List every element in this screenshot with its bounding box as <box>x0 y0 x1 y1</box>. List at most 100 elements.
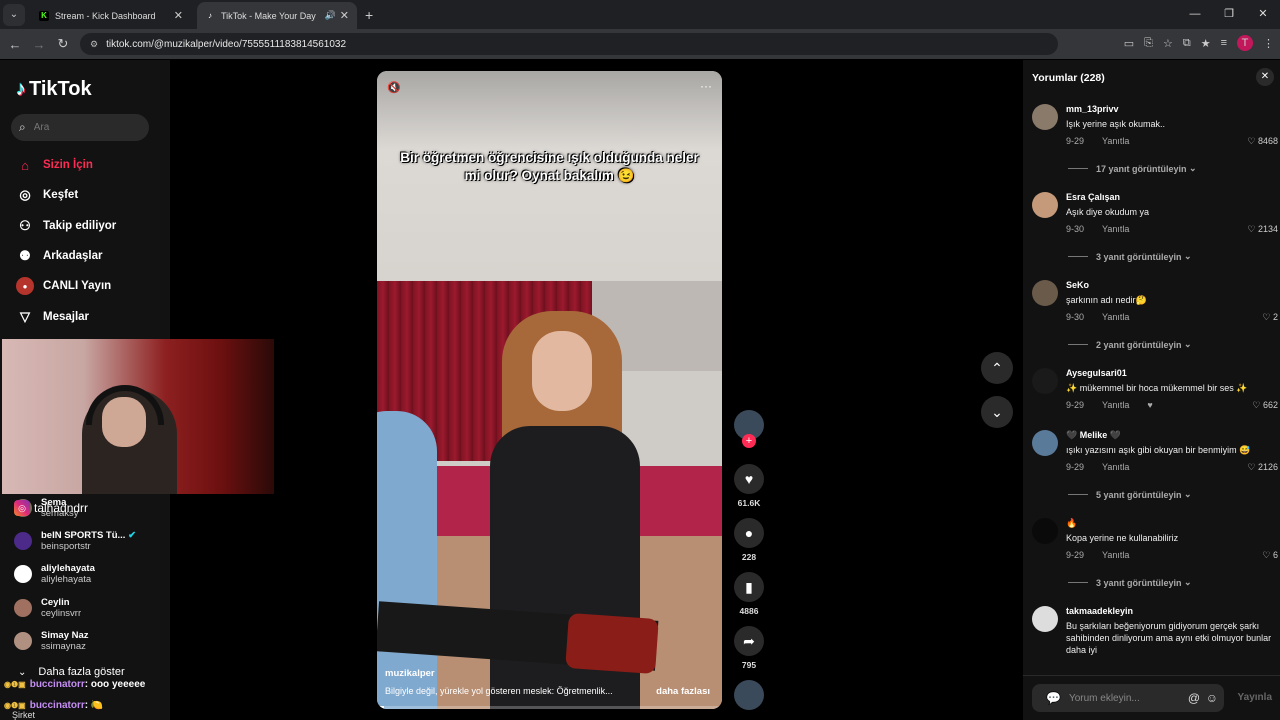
following-item[interactable]: Ceylin ceylinsvrr <box>14 597 81 619</box>
nav-messages[interactable]: ▽ Mesajlar <box>16 308 89 326</box>
comment-like[interactable]: ♡ 6 <box>1262 550 1278 561</box>
video-scene-guitar-head <box>565 612 659 675</box>
comment-author[interactable]: 🖤 Melike 🖤 <box>1066 430 1121 441</box>
avatar[interactable] <box>1032 518 1058 544</box>
menu-dots-icon[interactable]: ⋮ <box>1263 37 1274 50</box>
avatar[interactable] <box>1032 104 1058 130</box>
mention-icon[interactable]: @ <box>1188 691 1200 705</box>
reply-button[interactable]: Yanıtla <box>1102 136 1129 146</box>
comment-author[interactable]: Aysegulsari01 <box>1066 368 1127 378</box>
new-tab-button[interactable]: + <box>365 7 373 23</box>
like-button[interactable]: ♥ <box>734 464 764 494</box>
tab-tiktok[interactable]: ♪ TikTok - Make Your Day 🔊 ✕ <box>197 2 357 29</box>
comment-author[interactable]: 🔥 <box>1066 518 1077 529</box>
creator-avatar[interactable]: + <box>734 410 764 448</box>
bookmark-star-icon[interactable]: ☆ <box>1163 37 1173 50</box>
comment-author[interactable]: SeKo <box>1066 280 1089 290</box>
close-icon: ✕ <box>1260 71 1270 82</box>
instagram-handle-overlay: ◎ talhadndrr <box>14 500 88 516</box>
close-window-button[interactable]: ✕ <box>1246 0 1280 29</box>
view-replies-button[interactable]: 5 yanıt görüntüleyin ⌄ <box>1068 489 1192 500</box>
comment-like[interactable]: ♡ 8468 <box>1247 136 1278 147</box>
back-button[interactable]: ← <box>3 37 27 52</box>
nav-for-you[interactable]: ⌂ Sizin İçin <box>16 156 93 174</box>
reply-button[interactable]: Yanıtla <box>1102 400 1129 410</box>
next-video-button[interactable]: ⌄ <box>981 396 1013 428</box>
avatar[interactable] <box>1032 368 1058 394</box>
forward-button[interactable]: → <box>27 37 51 52</box>
chat-username: buccinatorr <box>29 700 85 711</box>
reply-button[interactable]: Yanıtla <box>1102 312 1129 322</box>
close-tab-icon[interactable]: ✕ <box>340 9 349 22</box>
translate-icon[interactable]: ⎘ <box>1144 37 1153 50</box>
cast-icon[interactable]: ▭ <box>1124 37 1134 50</box>
footer-company-link[interactable]: Şirket <box>12 710 35 720</box>
tiktok-logo[interactable]: ♪ TikTok <box>16 78 92 101</box>
speaker-icon[interactable]: 🔊 <box>325 10 336 21</box>
comment-like[interactable]: ♡ 2134 <box>1247 224 1278 235</box>
chat-text: : ooo yeeeee <box>84 679 146 690</box>
nav-live[interactable]: ● CANLI Yayın <box>16 277 111 295</box>
follow-plus-icon[interactable]: + <box>742 434 756 448</box>
following-name: Ceylin <box>41 597 70 608</box>
comment-like[interactable]: ♡ 662 <box>1252 400 1278 411</box>
search-box[interactable]: ⌕ <box>11 114 149 141</box>
nav-explore[interactable]: ◎ Keşfet <box>16 186 78 204</box>
save-button[interactable]: ▮ <box>734 572 764 602</box>
tab-kick-dashboard[interactable]: K Stream - Kick Dashboard ✕ <box>31 2 191 29</box>
more-options-icon[interactable]: ··· <box>700 79 712 93</box>
post-comment-button[interactable]: Yayınla <box>1238 692 1272 703</box>
restore-button[interactable]: ❐ <box>1212 0 1246 29</box>
comment-input[interactable]: 💬 Yorum ekleyin... @ ☺ <box>1032 684 1224 712</box>
comment-input-bar: 💬 Yorum ekleyin... @ ☺ Yayınla <box>1023 675 1280 720</box>
nav-friends[interactable]: ⚉ Arkadaşlar <box>16 247 102 265</box>
nav-following[interactable]: ⚇ Takip ediliyor <box>16 217 116 235</box>
comment-author[interactable]: mm_13privv <box>1066 104 1119 114</box>
reply-button[interactable]: Yanıtla <box>1102 224 1129 234</box>
chevron-down-icon: ⌄ <box>18 666 27 678</box>
view-replies-button[interactable]: 2 yanıt görüntüleyin ⌄ <box>1068 339 1192 350</box>
extensions-icon[interactable]: ⧉ <box>1183 37 1191 50</box>
mute-icon[interactable]: 🔇 <box>387 81 401 94</box>
profile-avatar[interactable]: T <box>1237 35 1253 51</box>
following-item[interactable]: Simay Naz ssimaynaz <box>14 630 89 652</box>
comment-button[interactable]: ● <box>734 518 764 548</box>
address-bar[interactable]: ⚙ tiktok.com/@muzikalper/video/755551118… <box>80 33 1058 55</box>
site-info-icon[interactable]: ⚙ <box>90 39 98 50</box>
tab-search-button[interactable]: ⌄ <box>3 3 25 26</box>
reload-button[interactable]: ↻ <box>51 36 75 52</box>
comment-like[interactable]: ♡ 2126 <box>1247 462 1278 473</box>
more-text-button[interactable]: daha fazlası <box>656 686 710 697</box>
following-item[interactable]: beIN SPORTS Tü... ✔ beinsportstr <box>14 530 136 552</box>
bookmarks-icon[interactable]: ★ <box>1201 37 1211 50</box>
reply-button[interactable]: Yanıtla <box>1102 462 1129 472</box>
reply-button[interactable]: Yanıtla <box>1102 550 1129 560</box>
following-item[interactable]: aliylehayata aliylehayata <box>14 563 95 585</box>
minimize-button[interactable]: — <box>1178 0 1212 29</box>
sound-avatar[interactable] <box>734 680 764 710</box>
show-more-button[interactable]: ⌄ Daha fazla göster <box>18 666 125 678</box>
avatar[interactable] <box>1032 606 1058 632</box>
comment-author[interactable]: takmaadekleyin <box>1066 606 1133 616</box>
chat-badges-icon: ◉❶▣ <box>4 701 26 710</box>
avatar[interactable] <box>1032 430 1058 456</box>
video-player[interactable]: 🔇 ··· Bir öğretmen öğrencisine ışık oldu… <box>377 71 722 709</box>
view-replies-button[interactable]: 17 yanıt görüntüleyin ⌄ <box>1068 163 1197 174</box>
previous-video-button[interactable]: ⌃ <box>981 352 1013 384</box>
comment-author[interactable]: Esra Çalışan <box>1066 192 1120 202</box>
avatar[interactable] <box>1032 192 1058 218</box>
reading-list-icon[interactable]: ≡ <box>1221 37 1227 49</box>
streamer-headset <box>86 385 164 425</box>
share-button[interactable]: ➦ <box>734 626 764 656</box>
search-input[interactable] <box>33 122 134 133</box>
view-replies-button[interactable]: 3 yanıt görüntüleyin ⌄ <box>1068 251 1192 262</box>
view-replies-button[interactable]: 3 yanıt görüntüleyin ⌄ <box>1068 577 1192 588</box>
comment-like-count: 2126 <box>1257 462 1278 472</box>
emoji-icon[interactable]: ☺ <box>1206 691 1218 705</box>
avatar[interactable] <box>1032 280 1058 306</box>
close-tab-icon[interactable]: ✕ <box>174 9 183 22</box>
close-comments-button[interactable]: ✕ <box>1256 68 1274 86</box>
video-progress-bar[interactable] <box>377 706 722 709</box>
video-author[interactable]: muzikalper <box>385 668 435 679</box>
comment-like[interactable]: ♡ 2 <box>1262 312 1278 323</box>
